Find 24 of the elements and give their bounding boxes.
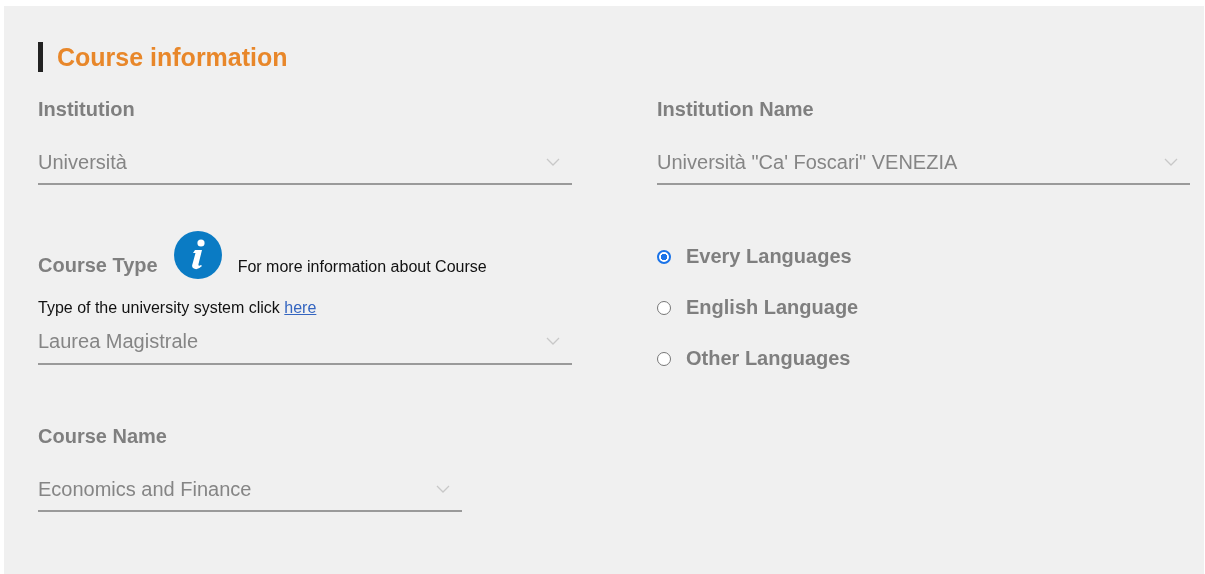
radio-button[interactable]	[657, 300, 671, 315]
section-title: Course information	[57, 42, 288, 72]
radio-label[interactable]: Every Languages	[686, 245, 852, 268]
chevron-down-icon	[436, 485, 450, 493]
radio-label[interactable]: Other Languages	[686, 347, 851, 370]
chevron-down-icon	[546, 158, 560, 166]
here-link[interactable]: here	[284, 299, 317, 316]
radio-button[interactable]	[657, 249, 671, 264]
info-icon[interactable]	[173, 231, 222, 279]
field-label: Course Name	[38, 424, 168, 448]
radio-label[interactable]: English Language	[686, 296, 859, 319]
field-label: Institution	[38, 97, 136, 121]
chevron-down-icon	[1164, 158, 1178, 166]
title-accent-bar	[38, 42, 43, 72]
chevron-down-icon	[546, 337, 560, 345]
field-label: Course Type	[38, 253, 158, 277]
hint-text: Type of the university system click here	[38, 299, 318, 317]
dropdown-field[interactable]: Economics and Finance	[38, 468, 462, 512]
radio-button[interactable]	[657, 351, 671, 366]
field-label: Institution Name	[657, 97, 815, 121]
dropdown-field[interactable]: Università "Ca' Foscari" VENEZIA	[657, 141, 1190, 185]
info-text: For more information about Course	[237, 258, 487, 276]
dropdown-field[interactable]: Università	[38, 141, 572, 185]
dropdown-field[interactable]: Laurea Magistrale	[38, 319, 572, 365]
